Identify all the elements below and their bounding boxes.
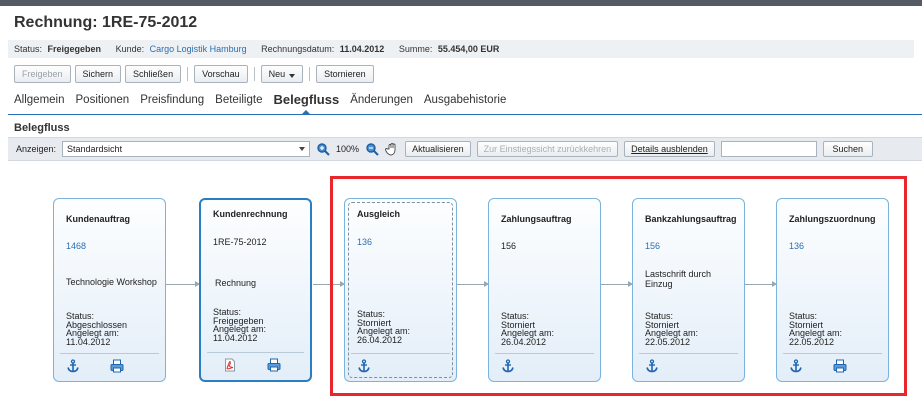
created-value: 11.04.2012 <box>66 336 111 347</box>
zoom-level: 100% <box>336 144 360 154</box>
node-description: Technologie Workshop <box>66 277 157 287</box>
node-title: Kundenrechnung <box>213 209 288 219</box>
save-button[interactable]: Sichern <box>74 65 122 83</box>
tab-items[interactable]: Positionen <box>76 94 130 107</box>
node-id-link[interactable]: 1468 <box>66 241 86 251</box>
node-footer <box>207 352 304 376</box>
toolbar-separator <box>187 67 189 81</box>
tab-general[interactable]: Allgemein <box>14 94 65 107</box>
status-value: Freigegeben <box>47 44 102 54</box>
node-description: Rechnung <box>215 278 257 288</box>
zoom-in-icon[interactable] <box>316 142 330 156</box>
release-button[interactable]: Freigeben <box>14 65 71 83</box>
cancel-document-button[interactable]: Stornieren <box>316 65 374 83</box>
search-input[interactable] <box>720 141 817 157</box>
tab-parties[interactable]: Beteiligte <box>215 94 262 107</box>
preview-button[interactable]: Vorschau <box>194 65 248 83</box>
search-button[interactable]: Suchen <box>822 141 873 157</box>
top-bar <box>0 0 922 6</box>
flow-arrow <box>166 281 200 287</box>
dropdown-arrow-icon <box>289 74 296 78</box>
customer-label: Kunde: <box>115 44 145 54</box>
hide-details-button[interactable]: Details ausblenden <box>624 141 715 157</box>
node-title: Kundenauftrag <box>66 214 130 224</box>
node-id: 1RE-75-2012 <box>213 237 267 247</box>
status-label: Status: <box>14 44 43 54</box>
refresh-button[interactable]: Aktualisieren <box>405 141 471 157</box>
tab-document-flow[interactable]: Belegfluss <box>273 92 339 115</box>
node-footer <box>60 353 159 377</box>
header-status-bar: Status: Freigegeben Kunde: Cargo Logisti… <box>8 40 914 58</box>
page-title: Rechnung: 1RE-75-2012 <box>14 14 198 31</box>
view-select-value: Standardsicht <box>67 144 123 154</box>
section-title: Belegfluss <box>14 122 70 134</box>
back-to-initial-view-button[interactable]: Zur Einstiegssicht zurückkehren <box>476 141 619 157</box>
tab-pricing[interactable]: Preisfindung <box>140 94 204 107</box>
print-icon[interactable] <box>110 359 124 373</box>
sum-label: Summe: <box>398 44 433 54</box>
action-toolbar: Freigeben Sichern Schließen Vorschau Neu… <box>14 64 374 84</box>
new-button-label: Neu <box>268 69 286 79</box>
invoice-date-value: 11.04.2012 <box>339 44 385 54</box>
flow-node-customer-invoice[interactable]: Kundenrechnung 1RE-75-2012 Rechnung Stat… <box>199 198 312 382</box>
customer-link[interactable]: Cargo Logistik Hamburg <box>150 44 247 54</box>
print-icon[interactable] <box>267 358 281 372</box>
tab-output-history[interactable]: Ausgabehistorie <box>424 94 506 107</box>
toolbar-separator <box>309 67 311 81</box>
highlight-box <box>330 176 907 396</box>
tab-strip: Allgemein Positionen Preisfindung Beteil… <box>14 92 506 115</box>
chevron-down-icon <box>299 147 306 151</box>
node-status: Status: Freigegeben Angelegt am: 11.04.2… <box>213 308 309 342</box>
zoom-out-icon[interactable] <box>365 142 379 156</box>
flow-toolbar: Anzeigen: Standardsicht 100% Aktualisier… <box>8 137 922 161</box>
pan-hand-icon[interactable] <box>385 142 399 156</box>
show-label: Anzeigen: <box>16 144 57 154</box>
sum-value: 55.454,00 EUR <box>437 44 500 54</box>
view-select[interactable]: Standardsicht <box>62 141 311 157</box>
invoice-date-label: Rechnungsdatum: <box>261 44 335 54</box>
close-button[interactable]: Schließen <box>125 65 182 83</box>
node-status: Status: Abgeschlossen Angelegt am: 11.04… <box>66 312 162 346</box>
tab-changes[interactable]: Änderungen <box>350 94 413 107</box>
toolbar-separator <box>253 67 255 81</box>
anchor-icon[interactable] <box>66 358 80 373</box>
flow-node-sales-order[interactable]: Kundenauftrag 1468 Technologie Workshop … <box>53 198 166 382</box>
tab-underline <box>8 114 922 115</box>
new-button[interactable]: Neu <box>260 65 304 83</box>
pdf-icon[interactable] <box>223 358 237 372</box>
created-value: 11.04.2012 <box>213 332 258 343</box>
